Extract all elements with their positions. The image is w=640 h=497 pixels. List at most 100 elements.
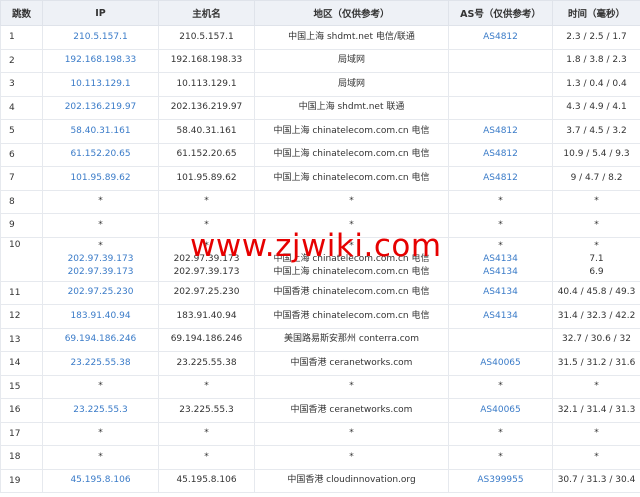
region-cell-value: 中国上海 shdmt.net 电信/联通	[288, 31, 415, 42]
ip-cell-value[interactable]: 202.136.219.97	[45, 101, 156, 114]
table-row: 16 23.225.55.3 23.225.55.3 中国香港 ceranetwork…	[0, 398, 640, 423]
as-cell-value[interactable]: AS4134	[451, 286, 550, 299]
ip-cell: 202.97.25.230	[42, 280, 159, 305]
hostname-cell-value: 45.195.8.106	[176, 475, 237, 486]
hop-cell: 12	[0, 304, 43, 329]
ip-cell-value[interactable]: 10.113.129.1	[45, 78, 156, 91]
region-cell-value: *	[349, 196, 354, 207]
hostname-cell-value: *	[204, 428, 209, 439]
hop-cell: 15	[0, 374, 43, 399]
as-cell	[448, 48, 553, 73]
time-cell: 1.8 / 3.8 / 2.3	[552, 48, 640, 73]
table-row: 1 210.5.157.1 210.5.157.1 中国上海 shdmt.net 电信…	[0, 25, 640, 50]
time-cell: 40.4 / 45.8 / 49.3	[552, 280, 640, 305]
time-cell-value: *	[594, 451, 599, 462]
hostname-cell: 202.97.25.230	[158, 280, 255, 305]
as-cell-value[interactable]: AS4134	[451, 310, 550, 323]
header-hop: 跳数	[0, 0, 43, 26]
as-cell-value: *	[498, 451, 503, 462]
region-cell: 美国路易斯安那州 conterra.com	[254, 327, 449, 352]
hop-cell: 13	[0, 327, 43, 352]
hostname-cell: 202.136.219.97	[158, 95, 255, 120]
time-cell-value: 40.4 / 45.8 / 49.3	[557, 287, 636, 298]
ip-cell-value: *	[98, 240, 103, 251]
as-cell-value[interactable]: AS4812	[451, 172, 550, 185]
region-cell: 中国香港 ceranetworks.com	[254, 351, 449, 376]
table-row: 8 * * * * *	[0, 189, 640, 214]
table-row: 11 202.97.25.230 202.97.25.230 中国香港 chinate…	[0, 280, 640, 305]
as-cell-value[interactable]: AS4134	[451, 253, 550, 266]
time-cell-value: 7.1	[589, 253, 604, 264]
time-cell: * 7.1 6.9	[552, 236, 640, 282]
as-cell-value[interactable]: AS40065	[451, 404, 550, 417]
ip-cell: 45.195.8.106	[42, 468, 159, 493]
time-cell-value: 3.7 / 4.5 / 3.2	[566, 125, 627, 136]
region-cell: 中国上海 chinatelecom.com.cn 电信	[254, 166, 449, 191]
hostname-cell: *	[158, 374, 255, 399]
region-cell: *	[254, 421, 449, 446]
ip-cell-value[interactable]: 45.195.8.106	[45, 474, 156, 487]
ip-cell-value[interactable]: 202.97.39.173	[45, 266, 156, 279]
ip-cell-value[interactable]: 69.194.186.246	[45, 333, 156, 346]
time-cell: *	[552, 421, 640, 446]
ip-cell-value[interactable]: 23.225.55.3	[45, 404, 156, 417]
ip-cell: 202.136.219.97	[42, 95, 159, 120]
table-row: 9 * * * * *	[0, 213, 640, 238]
as-cell-value[interactable]: AS4134	[451, 266, 550, 279]
ip-cell: 69.194.186.246	[42, 327, 159, 352]
as-cell-value[interactable]: AS4812	[451, 148, 550, 161]
hostname-cell: *	[158, 445, 255, 470]
ip-cell-value: *	[98, 428, 103, 439]
as-cell-value: *	[498, 240, 503, 251]
region-cell: 局域网	[254, 48, 449, 73]
time-cell: 4.3 / 4.9 / 4.1	[552, 95, 640, 120]
table-row: 4 202.136.219.97 202.136.219.97 中国上海 shdmt.…	[0, 95, 640, 120]
hostname-cell: 58.40.31.161	[158, 119, 255, 144]
ip-cell-value[interactable]: 23.225.55.38	[45, 357, 156, 370]
hostname-cell-value: *	[204, 219, 209, 230]
time-cell: 32.1 / 31.4 / 31.3	[552, 398, 640, 423]
hostname-cell-value: 192.168.198.33	[170, 55, 243, 66]
ip-cell-value[interactable]: 183.91.40.94	[45, 310, 156, 323]
ip-cell-value[interactable]: 202.97.25.230	[45, 286, 156, 299]
hostname-cell: 45.195.8.106	[158, 468, 255, 493]
ip-cell-value: *	[98, 381, 103, 392]
ip-cell-value[interactable]: 202.97.39.173	[45, 253, 156, 266]
hostname-cell: 23.225.55.3	[158, 398, 255, 423]
as-cell-value[interactable]: AS399955	[451, 474, 550, 487]
as-cell-value: *	[498, 219, 503, 230]
region-cell-value: 中国香港 ceranetworks.com	[290, 357, 413, 368]
ip-cell-value[interactable]: 58.40.31.161	[45, 125, 156, 138]
table-row: 12 183.91.40.94 183.91.40.94 中国香港 chinatele…	[0, 304, 640, 329]
header-time: 时间（毫秒）	[552, 0, 640, 26]
hostname-cell-value: 202.136.219.97	[170, 102, 243, 113]
time-cell-value: *	[594, 196, 599, 207]
hostname-cell-value: 183.91.40.94	[176, 310, 237, 321]
region-cell: *	[254, 189, 449, 214]
ip-cell: 192.168.198.33	[42, 48, 159, 73]
region-cell-value: 中国上海 chinatelecom.com.cn 电信	[273, 253, 430, 264]
ip-cell-value[interactable]: 61.152.20.65	[45, 148, 156, 161]
time-cell: 1.3 / 0.4 / 0.4	[552, 72, 640, 97]
ip-cell: *	[42, 421, 159, 446]
table-row: 19 45.195.8.106 45.195.8.106 中国香港 cloudinno…	[0, 468, 640, 493]
region-cell-value: *	[349, 428, 354, 439]
region-cell-value: 局域网	[337, 78, 365, 89]
ip-cell-value[interactable]: 101.95.89.62	[45, 172, 156, 185]
as-cell: AS4812	[448, 119, 553, 144]
as-cell-value[interactable]: AS4812	[451, 125, 550, 138]
ip-cell: *	[42, 189, 159, 214]
ip-cell: 183.91.40.94	[42, 304, 159, 329]
region-cell-value: 中国香港 chinatelecom.com.cn 电信	[273, 310, 430, 321]
as-cell-value[interactable]: AS4812	[451, 31, 550, 44]
hostname-cell-value: 23.225.55.3	[179, 404, 234, 415]
hostname-cell: *	[158, 213, 255, 238]
hostname-cell-value: 10.113.129.1	[176, 78, 237, 89]
ip-cell-value[interactable]: 210.5.157.1	[45, 31, 156, 44]
ip-cell: 58.40.31.161	[42, 119, 159, 144]
as-cell-value[interactable]: AS40065	[451, 357, 550, 370]
table-row: 17 * * * * *	[0, 421, 640, 446]
ip-cell-value[interactable]: 192.168.198.33	[45, 54, 156, 67]
ip-cell-value: *	[98, 451, 103, 462]
hop-cell: 7	[0, 166, 43, 191]
